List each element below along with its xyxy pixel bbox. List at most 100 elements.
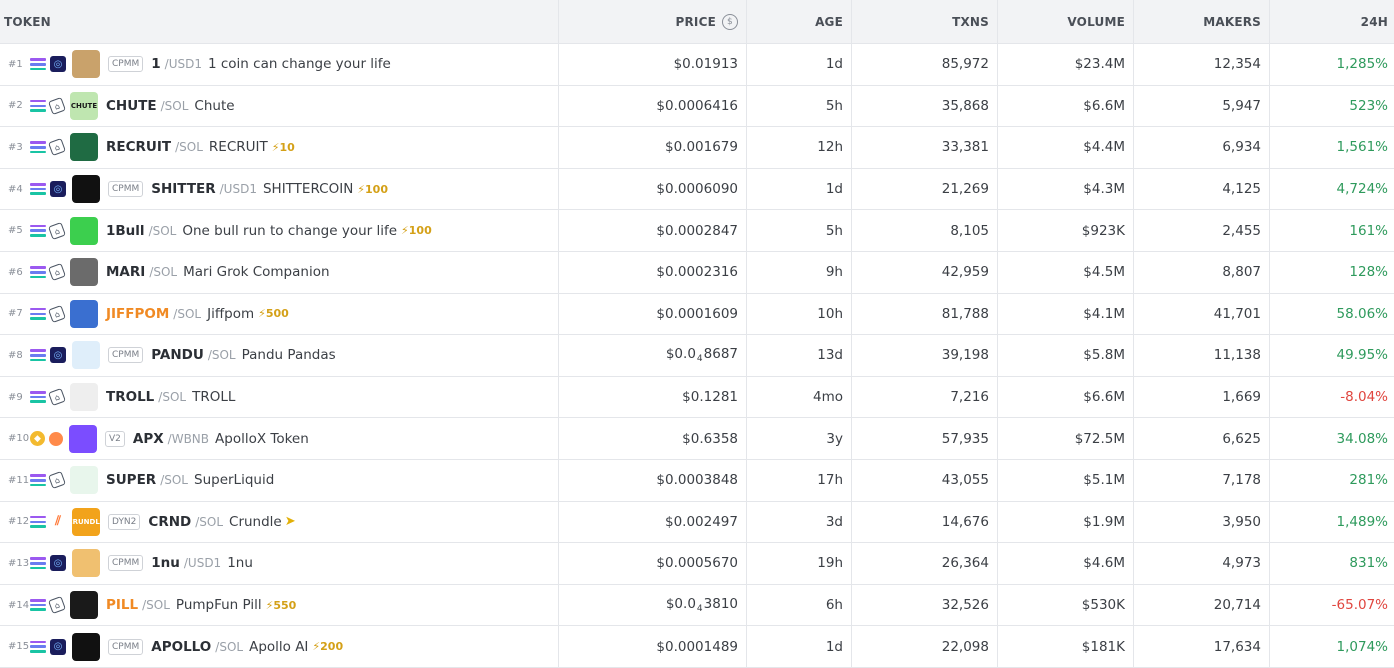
- boost-badge: ⚡200: [312, 640, 344, 654]
- token-cell[interactable]: #13 ◎ CPMM 1nu/USD1 1nu: [0, 543, 559, 584]
- price-value: $0.6358: [682, 430, 738, 447]
- raydium-dex-icon: ◎: [50, 347, 66, 364]
- pumpswap-dex-icon: ⌂: [48, 471, 66, 490]
- txns-cell: 32,526: [852, 584, 998, 626]
- col-price-label: PRICE: [675, 14, 716, 29]
- token-logo: CRUNDLE: [72, 507, 100, 536]
- quote-symbol: /USD1: [164, 57, 202, 72]
- token-name: SHITTERCOIN: [262, 181, 354, 198]
- boost-icon: ➤: [284, 514, 296, 530]
- table-row[interactable]: #3 ⌂ RECRUIT/SOL RECRUIT ⚡10 $0.001679 12h 33,3…: [0, 127, 1394, 169]
- change-24h-value: 1,561%: [1336, 139, 1388, 156]
- token-cell[interactable]: #5 ⌂ 1Bull/SOL One bull run to change your …: [0, 210, 559, 251]
- txns-value: 33,381: [941, 139, 989, 156]
- col-token[interactable]: TOKEN: [0, 0, 559, 43]
- table-row[interactable]: #15 ◎ CPMM APOLLO/SOL Apollo AI ⚡200 $0.000148…: [0, 626, 1394, 668]
- table-row[interactable]: #8 ◎ CPMM PANDU/SOL Pandu Pandas $0.048687 13d…: [0, 335, 1394, 377]
- token-cell[interactable]: #7 ⌂ JIFFPOM/SOL Jiffpom ⚡500: [0, 293, 559, 335]
- rank: #3: [8, 141, 23, 153]
- table-row[interactable]: #13 ◎ CPMM 1nu/USD1 1nu $0.0005670 19h 26,364 $4…: [0, 543, 1394, 585]
- token-cell[interactable]: #15 ◎ CPMM APOLLO/SOL Apollo AI ⚡200: [0, 626, 559, 667]
- makers-value: 4,973: [1222, 555, 1261, 572]
- txns-value: 21,269: [941, 181, 989, 198]
- volume-cell: $4.6M: [998, 543, 1134, 584]
- price-value: $0.0003848: [656, 472, 738, 489]
- volume-cell: $4.4M: [998, 127, 1134, 168]
- token-logo: CHUTE: [70, 91, 98, 120]
- pumpswap-dex-icon: ⌂: [48, 596, 66, 614]
- token-cell[interactable]: #1 ◎ CPMM 1/USD1 1 coin can change your life: [0, 44, 559, 85]
- makers-cell: 6,934: [1134, 127, 1270, 168]
- boost-badge: ⚡10: [271, 140, 295, 154]
- table-row[interactable]: #14 ⌂ PILL/SOL PumpFun Pill ⚡550 $0.043810 6h 3…: [0, 584, 1394, 627]
- token-cell[interactable]: #11 ⌂ SUPER/SOL SuperLiquid: [0, 459, 559, 501]
- pumpswap-dex-icon: ⌂: [48, 263, 66, 282]
- price-cell: $0.0001489: [559, 626, 747, 667]
- price-cell: $0.001679: [559, 127, 747, 168]
- token-symbol: JIFFPOM: [106, 305, 170, 322]
- change-24h-cell: 128%: [1270, 252, 1394, 293]
- volume-value: $1.9M: [1083, 513, 1125, 530]
- makers-value: 4,125: [1222, 181, 1261, 198]
- table-row[interactable]: #7 ⌂ JIFFPOM/SOL Jiffpom ⚡500 $0.0001609 10h 81…: [0, 293, 1394, 336]
- token-cell[interactable]: #6 ⌂ MARI/SOL Mari Grok Companion: [0, 251, 559, 293]
- age-value: 3d: [825, 513, 843, 530]
- col-volume-label: VOLUME: [1067, 14, 1125, 29]
- token-cell[interactable]: #3 ⌂ RECRUIT/SOL RECRUIT ⚡10: [0, 127, 559, 168]
- token-logo: [70, 466, 98, 495]
- table-row[interactable]: #4 ◎ CPMM SHITTER/USD1 SHITTERCOIN ⚡100 $0.000…: [0, 168, 1394, 211]
- txns-value: 43,055: [941, 472, 989, 489]
- table-row[interactable]: #6 ⌂ MARI/SOL Mari Grok Companion $0.0002316…: [0, 251, 1394, 294]
- txns-value: 14,676: [941, 513, 989, 530]
- pumpswap-dex-icon: ⌂: [48, 138, 66, 157]
- solana-chain-icon: [30, 557, 46, 570]
- table-row[interactable]: #1 ◎ CPMM 1/USD1 1 coin can change your life…: [0, 44, 1394, 86]
- token-logo: [69, 424, 97, 453]
- token-name: Crundle: [229, 513, 282, 530]
- token-cell[interactable]: #9 ⌂ TROLL/SOL TROLL: [0, 376, 559, 418]
- rank: #2: [8, 100, 23, 112]
- token-cell[interactable]: #4 ◎ CPMM SHITTER/USD1 SHITTERCOIN ⚡100: [0, 168, 559, 210]
- txns-value: 8,105: [950, 222, 989, 239]
- price-cell: $0.01913: [559, 44, 747, 85]
- makers-value: 5,947: [1222, 97, 1261, 114]
- token-cell[interactable]: #14 ⌂ PILL/SOL PumpFun Pill ⚡550: [0, 584, 559, 626]
- col-makers[interactable]: MAKERS: [1134, 0, 1270, 43]
- pumpswap-dex-icon: ⌂: [48, 388, 66, 407]
- change-24h-cell: 281%: [1270, 460, 1394, 501]
- age-cell: 6h: [747, 584, 852, 626]
- table-row[interactable]: #12 ⫽ CRUNDLE DYN2 CRND/SOL Crundle➤ $0.002497…: [0, 501, 1394, 544]
- table-header: TOKEN PRICE $ AGE TXNS VOLUME MAKERS 24H: [0, 0, 1394, 44]
- col-price[interactable]: PRICE $: [559, 0, 747, 43]
- boost-count: 550: [273, 598, 297, 612]
- col-txns[interactable]: TXNS: [852, 0, 998, 43]
- table-row[interactable]: #11 ⌂ SUPER/SOL SuperLiquid $0.0003848 17h 43,…: [0, 459, 1394, 502]
- token-cell[interactable]: #12 ⫽ CRUNDLE DYN2 CRND/SOL Crundle➤: [0, 501, 559, 543]
- change-24h-cell: 523%: [1270, 86, 1394, 127]
- token-logo: [70, 216, 98, 245]
- currency-toggle-icon[interactable]: $: [722, 13, 738, 30]
- makers-cell: 41,701: [1134, 293, 1270, 335]
- price-cell: $0.0001609: [559, 293, 747, 335]
- col-24h[interactable]: 24H: [1270, 0, 1394, 43]
- age-cell: 1d: [747, 626, 852, 667]
- change-24h-cell: -8.04%: [1270, 377, 1394, 418]
- quote-symbol: /SOL: [160, 473, 188, 488]
- token-cell[interactable]: #2 ⌂ CHUTE CHUTE/SOL Chute: [0, 85, 559, 127]
- token-name: One bull run to change your life: [182, 222, 398, 239]
- col-volume[interactable]: VOLUME: [998, 0, 1134, 43]
- table-row[interactable]: #2 ⌂ CHUTE CHUTE/SOL Chute $0.0006416 5h 35,868…: [0, 85, 1394, 128]
- txns-cell: 33,381: [852, 127, 998, 168]
- change-24h-value: 58.06%: [1336, 305, 1388, 322]
- rank: #10: [8, 433, 30, 445]
- quote-symbol: /SOL: [207, 348, 236, 363]
- token-cell[interactable]: #8 ◎ CPMM PANDU/SOL Pandu Pandas: [0, 335, 559, 376]
- token-cell[interactable]: #10 ◆ V2 APX/WBNB ApolloX Token: [0, 418, 559, 459]
- makers-cell: 3,950: [1134, 501, 1270, 543]
- col-age[interactable]: AGE: [747, 0, 852, 43]
- token-name: Chute: [194, 97, 235, 114]
- table-row[interactable]: #9 ⌂ TROLL/SOL TROLL $0.1281 4mo 7,216 $6.6M 1,6…: [0, 376, 1394, 419]
- volume-cell: $4.1M: [998, 293, 1134, 335]
- table-row[interactable]: #5 ⌂ 1Bull/SOL One bull run to change your …: [0, 210, 1394, 252]
- table-row[interactable]: #10 ◆ V2 APX/WBNB ApolloX Token $0.6358 3y 57,9…: [0, 418, 1394, 460]
